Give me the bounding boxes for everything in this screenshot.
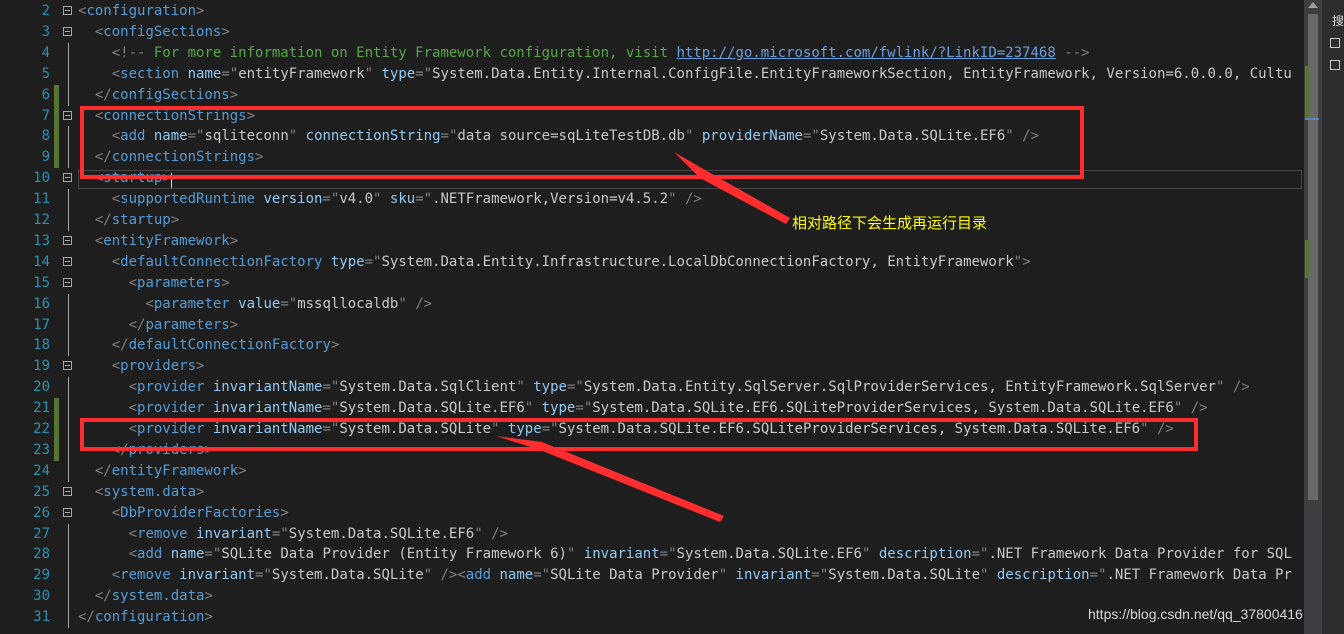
- arrow-to-provider: [496, 436, 724, 522]
- arrow-to-connection-string: [674, 152, 790, 224]
- annotation-note: 相对路径下会生成再运行目录: [792, 214, 988, 232]
- watermark: https://blog.csdn.net/qq_37800416: [1088, 606, 1303, 622]
- annotation-arrows: [496, 152, 790, 522]
